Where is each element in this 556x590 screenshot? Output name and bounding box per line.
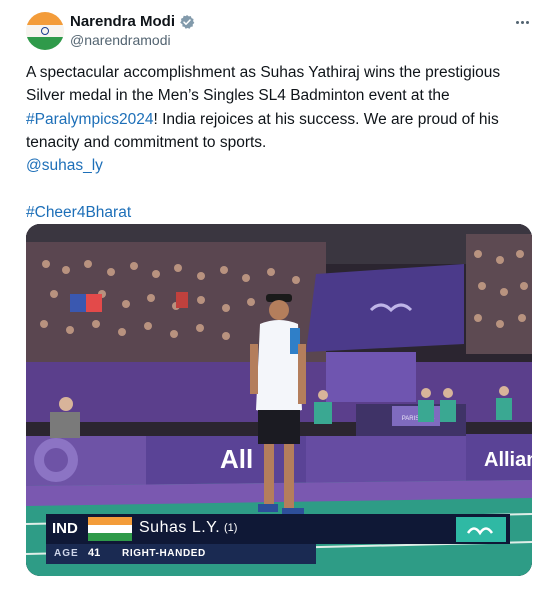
tweet-media-photo[interactable]: PARIS 2024 All Allianz	[26, 224, 532, 576]
author-name-row: Narendra Modi	[70, 13, 195, 30]
tweet-line-3: #Paralympics2024! India rejoices at his …	[26, 108, 526, 131]
tweet-line-4: tenacity and commitment to sports.	[26, 133, 267, 151]
caption-age: 41	[88, 547, 101, 559]
hashtag-paralympics-link[interactable]: #Paralympics2024	[26, 111, 154, 128]
tweet-text: A spectacular accomplishment as Suhas Ya…	[26, 61, 526, 224]
flag-green-band	[26, 37, 64, 50]
flag-saffron-band	[26, 12, 64, 25]
author-handle[interactable]: @narendramodi	[70, 32, 171, 48]
verified-badge-icon[interactable]	[179, 14, 195, 30]
tweet-card: Narendra Modi @narendramodi A spectacula…	[10, 0, 546, 590]
caption-country: IND	[52, 520, 78, 537]
ad-board-all: All	[220, 444, 253, 474]
avatar[interactable]	[26, 12, 64, 50]
tweet-line-3-text: ! India rejoices at his success. We are …	[153, 110, 499, 128]
ashoka-chakra-icon	[41, 27, 49, 35]
more-options-icon[interactable]	[510, 14, 534, 30]
paralympics-logo-icon	[456, 517, 506, 542]
tweet-line-1: A spectacular accomplishment as Suhas Ya…	[26, 64, 501, 81]
caption-handedness: RIGHT-HANDED	[122, 548, 206, 559]
author-display-name[interactable]: Narendra Modi	[70, 13, 175, 30]
player-caption-overlay: IND Suhas L.Y. (1) AGE 41 RIGHT-HANDED	[46, 514, 510, 566]
caption-age-label: AGE	[54, 548, 79, 559]
caption-player-name: Suhas L.Y.	[139, 519, 221, 536]
tweet-line-2: Silver medal in the Men’s Singles SL4 Ba…	[26, 87, 450, 105]
hashtag-cheer-link[interactable]: #Cheer4Bharat	[26, 201, 526, 224]
india-flag-icon	[88, 517, 132, 541]
mention-link[interactable]: @suhas_ly	[26, 154, 526, 177]
caption-seed: (1)	[224, 522, 238, 534]
ad-board-allianz: Allianz	[484, 449, 532, 471]
